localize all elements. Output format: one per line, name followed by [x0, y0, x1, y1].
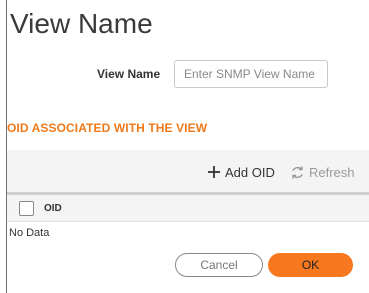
oid-column-header: OID — [44, 203, 62, 214]
view-name-label: View Name — [97, 67, 161, 81]
dialog-title: View Name — [10, 8, 153, 39]
dialog-frame — [6, 0, 369, 293]
plus-icon — [208, 166, 220, 178]
view-name-input[interactable] — [174, 60, 328, 88]
refresh-button[interactable]: Refresh — [290, 163, 355, 181]
select-all-checkbox[interactable] — [19, 201, 34, 216]
refresh-icon — [292, 165, 303, 179]
add-oid-button[interactable]: Add OID — [207, 163, 275, 181]
table-empty-message: No Data — [9, 227, 50, 239]
oid-section-heading: OID ASSOCIATED WITH THE VIEW — [7, 121, 208, 135]
cancel-button[interactable]: Cancel — [175, 253, 263, 277]
ok-button[interactable]: OK — [268, 253, 353, 277]
add-oid-label: Add OID — [225, 164, 275, 180]
refresh-label: Refresh — [309, 164, 355, 180]
